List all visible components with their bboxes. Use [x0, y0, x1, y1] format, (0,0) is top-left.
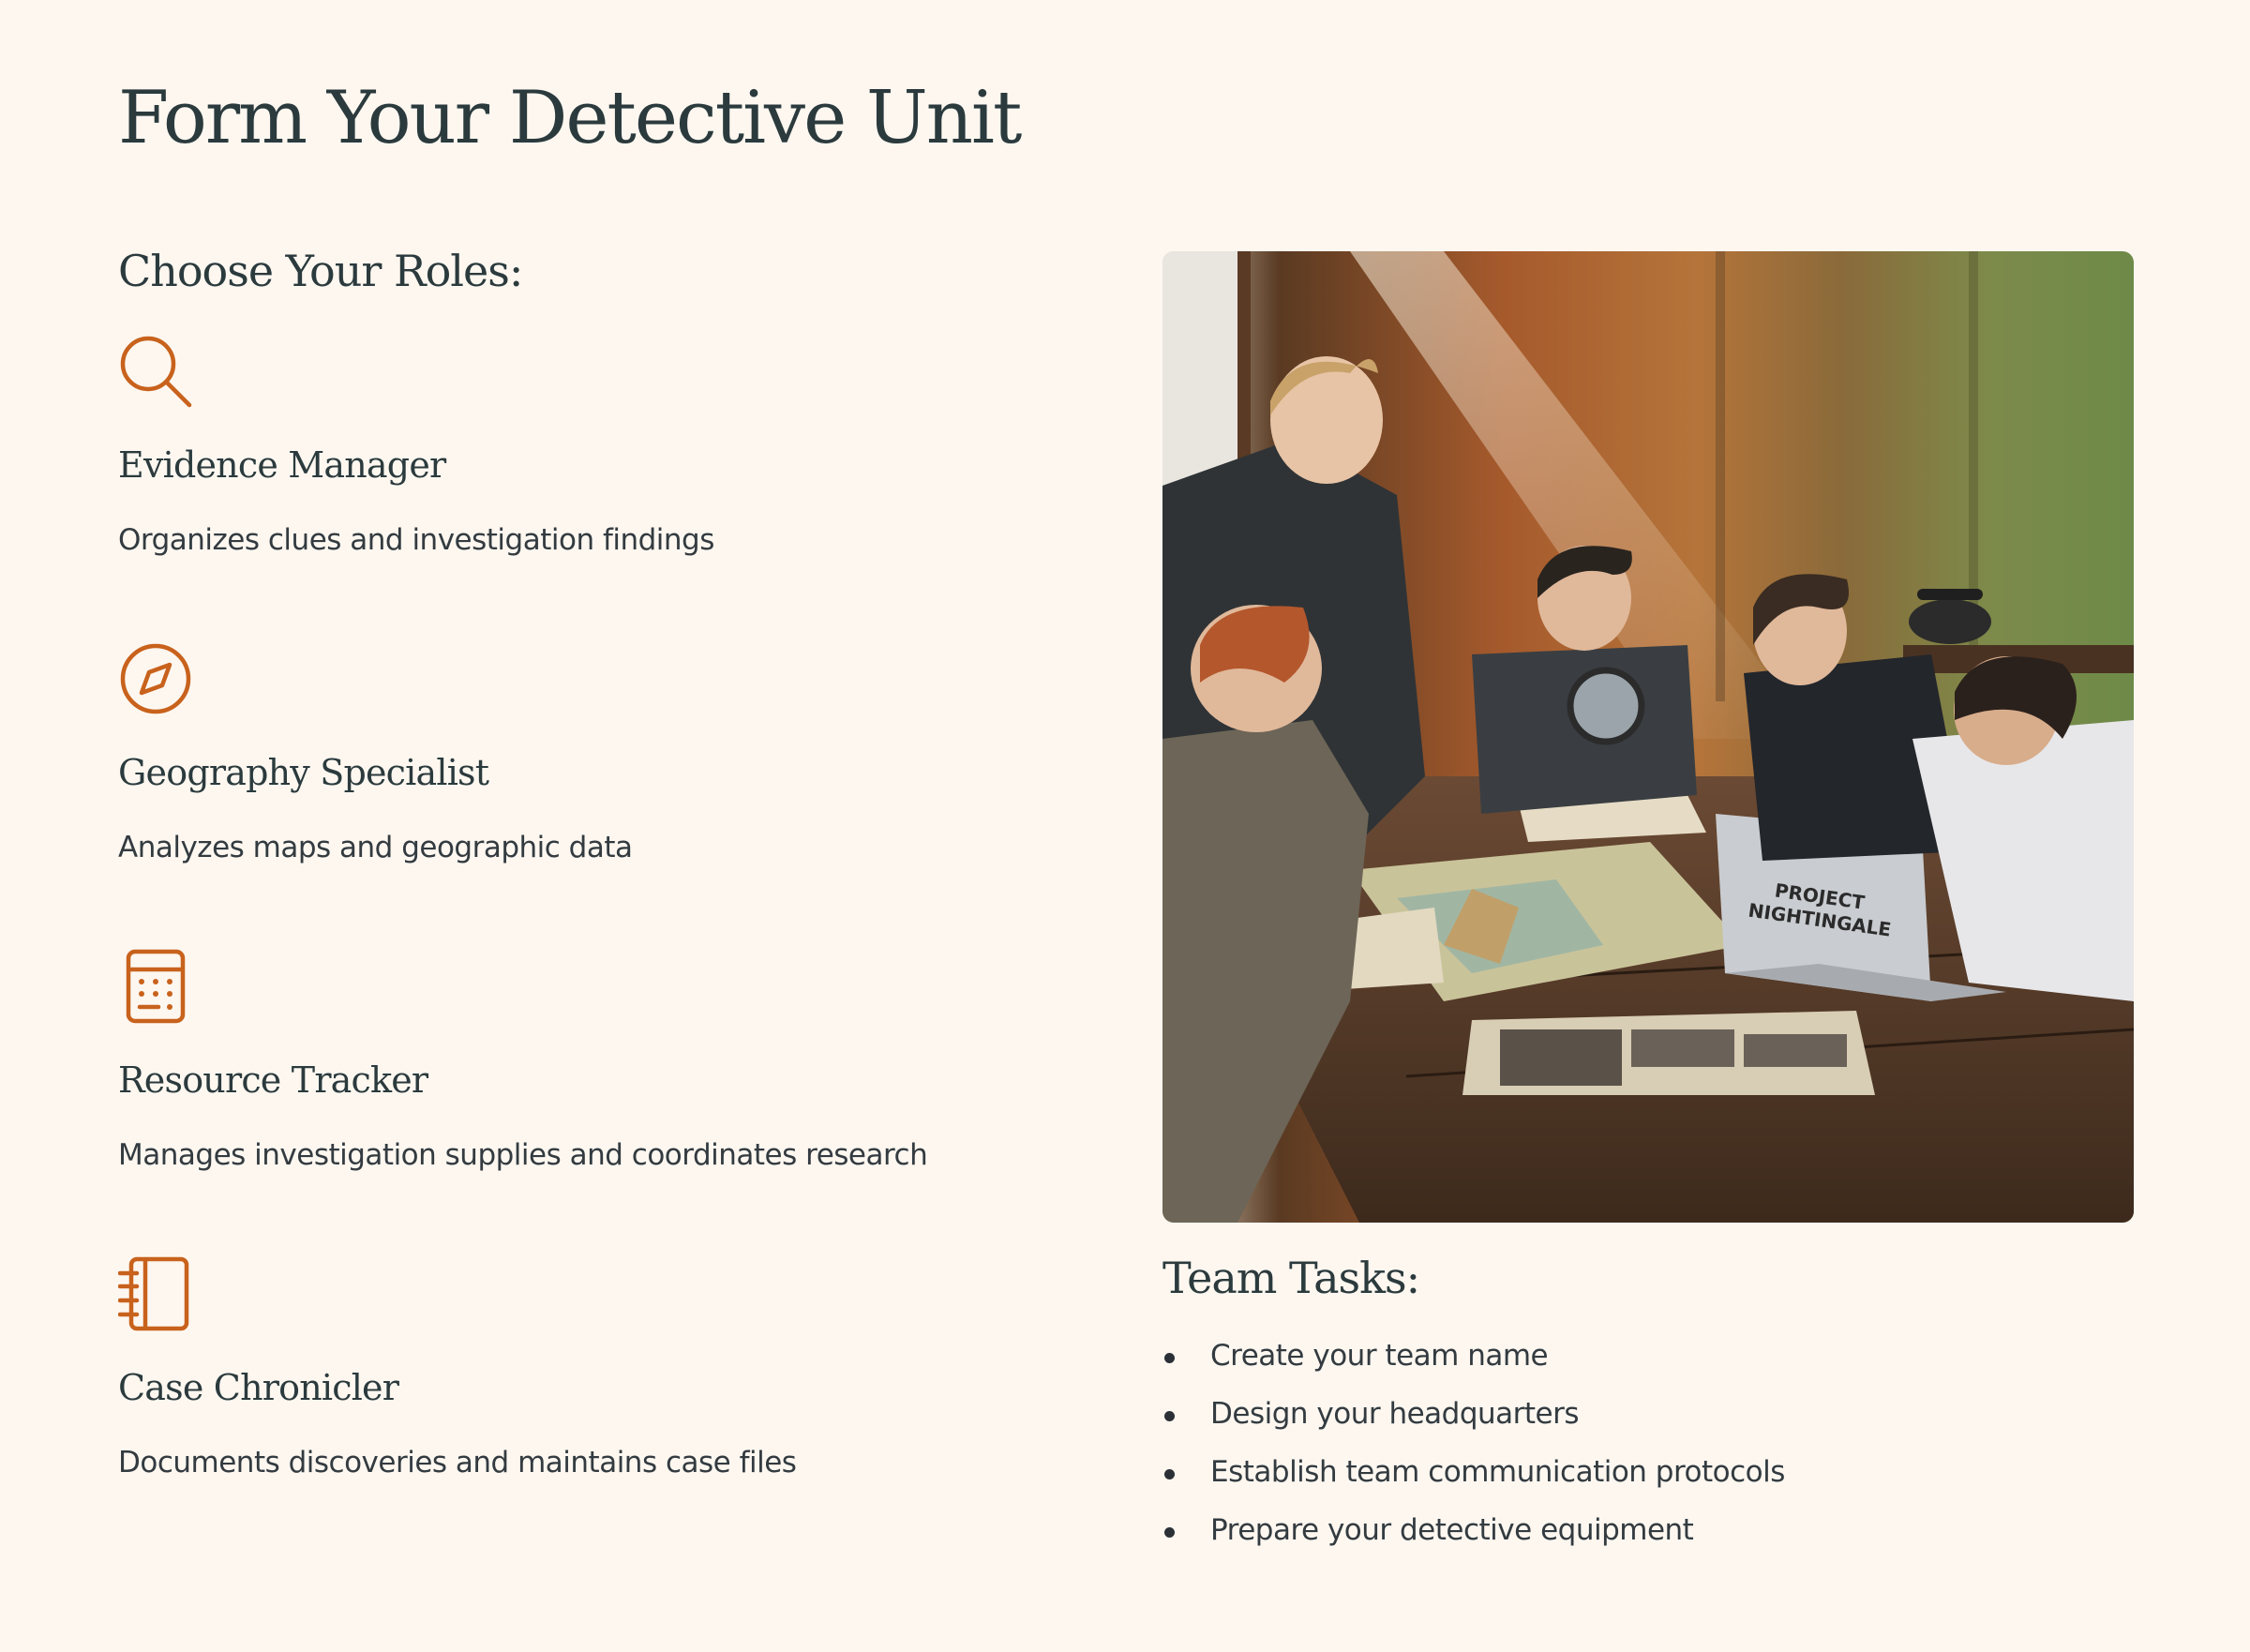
role-title: Resource Tracker [118, 1059, 428, 1101]
tasks-list: Create your team name Design your headqu… [1162, 1339, 2134, 1571]
notebook-icon [118, 1256, 189, 1331]
role-title: Evidence Manager [118, 444, 446, 486]
magnifying-glass-icon [120, 336, 192, 408]
bullet-icon [1164, 1353, 1175, 1363]
bullet-icon [1164, 1411, 1175, 1421]
roles-section: Choose Your Roles: Evidence Manager Orga… [118, 246, 1056, 1479]
list-item: Create your team name [1162, 1339, 2134, 1397]
task-text: Design your headquarters [1210, 1397, 1580, 1431]
list-item: Establish team communication protocols [1162, 1455, 2134, 1513]
role-description: Analyzes maps and geographic data [118, 830, 633, 864]
page-title: Form Your Detective Unit [118, 76, 1022, 160]
task-text: Create your team name [1210, 1339, 1549, 1373]
list-item: Prepare your detective equipment [1162, 1513, 2134, 1571]
list-item: Design your headquarters [1162, 1397, 2134, 1455]
bullet-icon [1164, 1469, 1175, 1479]
compass-icon [120, 643, 191, 714]
tasks-heading: Team Tasks: [1162, 1253, 1420, 1303]
bullet-icon [1164, 1527, 1175, 1538]
role-description: Organizes clues and investigation findin… [118, 522, 714, 557]
task-text: Prepare your detective equipment [1210, 1513, 1694, 1547]
role-title: Case Chronicler [118, 1367, 399, 1408]
role-description: Documents discoveries and maintains case… [118, 1445, 797, 1479]
calculator-icon [126, 949, 186, 1024]
role-geography-specialist: Geography Specialist Analyzes maps and g… [118, 641, 1056, 865]
role-resource-tracker: Resource Tracker Manages investigation s… [118, 949, 1056, 1173]
role-description: Manages investigation supplies and coord… [118, 1137, 928, 1172]
task-text: Establish team communication protocols [1210, 1455, 1785, 1489]
roles-heading: Choose Your Roles: [118, 246, 523, 296]
role-title: Geography Specialist [118, 752, 489, 793]
role-case-chronicler: Case Chronicler Documents discoveries an… [118, 1256, 1056, 1480]
role-evidence-manager: Evidence Manager Organizes clues and inv… [118, 334, 1056, 558]
team-photo: PROJECT NIGHTINGALE [1162, 251, 2134, 1223]
